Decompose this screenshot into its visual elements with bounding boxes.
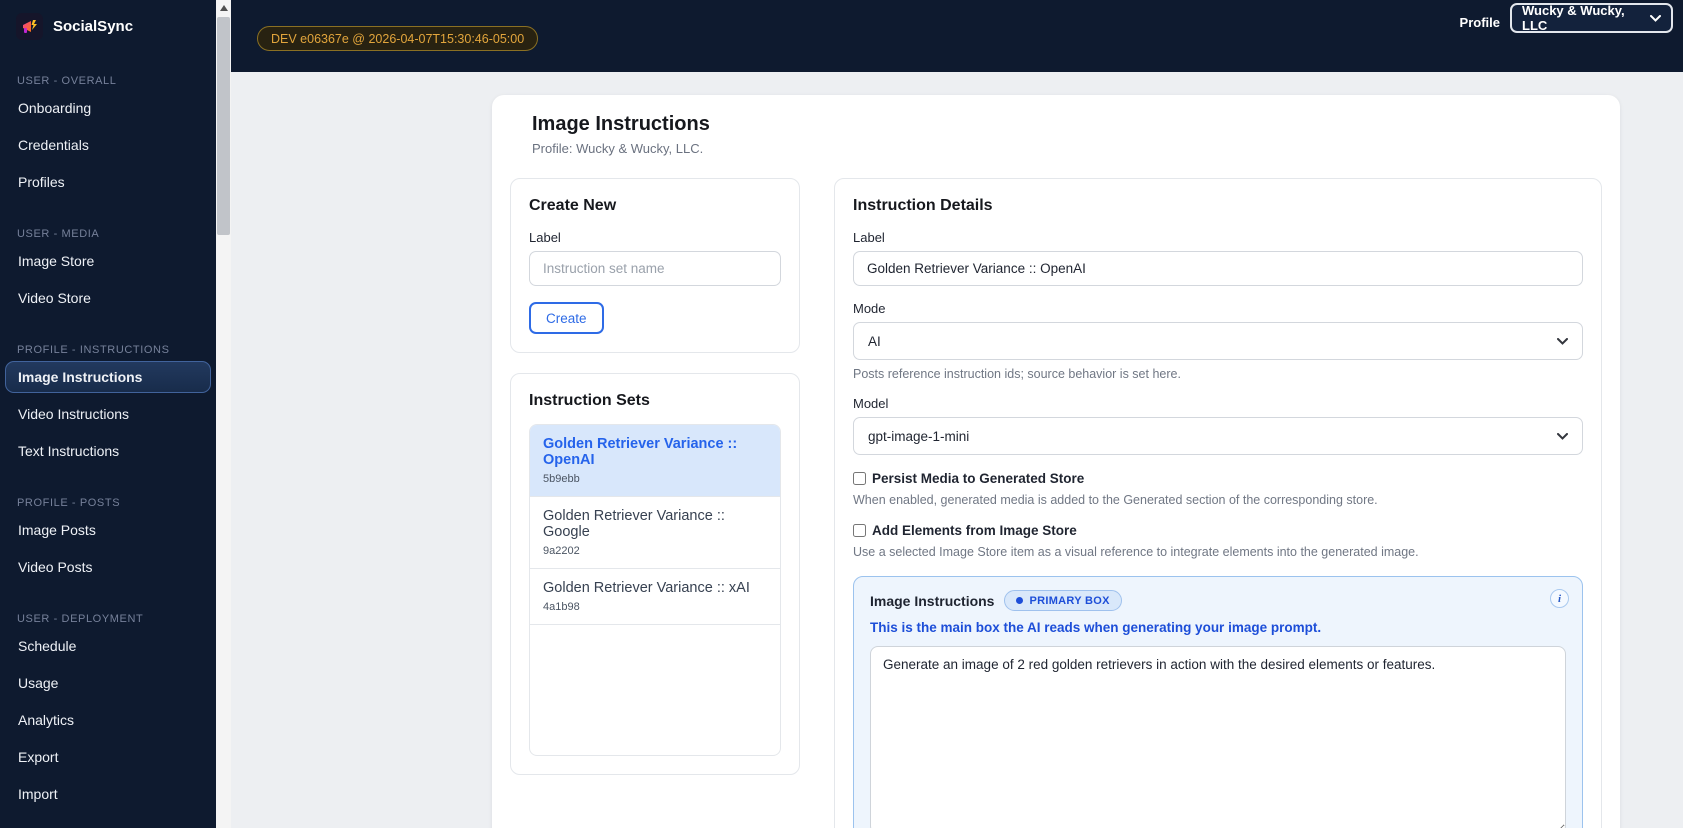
dot-icon	[1016, 597, 1024, 604]
instruction-sets-title: Instruction Sets	[529, 392, 650, 409]
set-label: Golden Retriever Variance :: OpenAI	[543, 436, 738, 468]
info-icon[interactable]: i	[1550, 589, 1569, 608]
create-label: Label	[529, 230, 561, 245]
sidebar-item-image-posts[interactable]: Image Posts	[5, 514, 211, 546]
persist-media-label: Persist Media to Generated Store	[872, 471, 1085, 486]
instruction-sets-panel: Instruction Sets Golden Retriever Varian…	[510, 373, 800, 775]
set-id: 9a2202	[543, 545, 580, 557]
top-header: DEV e06367e @ 2026-04-07T15:30:46-05:00 …	[231, 0, 1683, 72]
sidebar-item-image-instructions[interactable]: Image Instructions	[5, 361, 211, 393]
set-label: Golden Retriever Variance :: Google	[543, 508, 725, 540]
nav-section-user-media: USER - MEDIA	[17, 228, 100, 240]
profile-label: Profile	[1459, 15, 1500, 30]
socialsync-logo-icon	[16, 13, 43, 40]
scroll-up-button[interactable]	[216, 0, 231, 16]
add-elements-row: Add Elements from Image Store	[853, 523, 1583, 538]
persist-media-row: Persist Media to Generated Store	[853, 471, 1583, 486]
sidebar-item-analytics[interactable]: Analytics	[5, 704, 211, 736]
brand: SocialSync	[5, 0, 211, 53]
page-head: Image Instructions Profile: Wucky & Wuck…	[532, 113, 1602, 156]
sidebar-item-usage[interactable]: Usage	[5, 667, 211, 699]
primary-box-badge-label: PRIMARY BOX	[1029, 594, 1110, 607]
instruction-sets-list: Golden Retriever Variance :: OpenAI 5b9e…	[529, 424, 781, 756]
model-select-value: gpt-image-1-mini	[868, 428, 970, 444]
profile-dropdown[interactable]: Wucky & Wucky, LLC	[1510, 3, 1673, 33]
sidebar-item-onboarding[interactable]: Onboarding	[5, 92, 211, 124]
profile-dropdown-value: Wucky & Wucky, LLC	[1522, 3, 1625, 33]
sidebar-item-schedule[interactable]: Schedule	[5, 630, 211, 662]
details-label-field-label: Label	[853, 230, 885, 245]
primary-box-header: Image Instructions PRIMARY BOX	[870, 590, 1566, 611]
instruction-set-name-input[interactable]	[529, 251, 781, 286]
details-label-input[interactable]	[853, 251, 1583, 286]
right-column: Instruction Details Label Mode AI Posts …	[834, 178, 1602, 828]
content-area: Image Instructions Profile: Wucky & Wuck…	[231, 72, 1683, 828]
sidebar-item-credentials[interactable]: Credentials	[5, 129, 211, 161]
chevron-down-icon	[1557, 432, 1568, 440]
persist-media-checkbox[interactable]	[853, 472, 866, 485]
chevron-down-icon	[1650, 14, 1661, 22]
model-select[interactable]: gpt-image-1-mini	[853, 417, 1583, 455]
create-new-panel: Create New Label Create	[510, 178, 800, 353]
primary-box-title: Image Instructions	[870, 592, 995, 609]
vertical-scrollbar[interactable]	[216, 0, 231, 828]
left-column: Create New Label Create Instruction Sets…	[510, 178, 800, 828]
model-field-label: Model	[853, 396, 889, 411]
sidebar-item-video-instructions[interactable]: Video Instructions	[5, 398, 211, 430]
sidebar-item-import[interactable]: Import	[5, 778, 211, 810]
scrollbar-thumb[interactable]	[217, 17, 230, 235]
create-button[interactable]: Create	[529, 302, 604, 334]
sidebar-item-video-posts[interactable]: Video Posts	[5, 551, 211, 583]
add-elements-checkbox[interactable]	[853, 524, 866, 537]
add-elements-helper: Use a selected Image Store item as a vis…	[853, 545, 1419, 559]
main-area: DEV e06367e @ 2026-04-07T15:30:46-05:00 …	[231, 0, 1683, 828]
image-instructions-primary-box: Image Instructions PRIMARY BOX i This is…	[853, 576, 1583, 828]
dev-build-badge: DEV e06367e @ 2026-04-07T15:30:46-05:00	[257, 26, 539, 51]
set-id: 5b9ebb	[543, 473, 580, 485]
chevron-down-icon	[1557, 337, 1568, 345]
image-instructions-textarea[interactable]: Generate an image of 2 red golden retrie…	[870, 646, 1566, 828]
instruction-details-panel: Instruction Details Label Mode AI Posts …	[834, 178, 1602, 828]
scroll-up-arrow-icon	[219, 5, 228, 11]
sidebar: SocialSync USER - OVERALL Onboarding Cre…	[0, 0, 216, 828]
primary-box-description: This is the main box the AI reads when g…	[870, 620, 1322, 635]
mode-select[interactable]: AI	[853, 322, 1583, 360]
nav-section-profile-instructions: PROFILE - INSTRUCTIONS	[17, 344, 170, 356]
app-title: SocialSync	[53, 18, 134, 35]
sidebar-item-text-instructions[interactable]: Text Instructions	[5, 435, 211, 467]
mode-field-label: Mode	[853, 301, 886, 316]
list-item-xai[interactable]: Golden Retriever Variance :: xAI 4a1b98	[530, 569, 780, 625]
create-new-title: Create New	[529, 197, 617, 214]
profile-selector: Profile Wucky & Wucky, LLC	[1460, 3, 1673, 33]
primary-box-badge: PRIMARY BOX	[1004, 590, 1122, 611]
nav-section-user-overall: USER - OVERALL	[17, 75, 117, 87]
page-subtitle: Profile: Wucky & Wucky, LLC.	[532, 141, 704, 156]
sidebar-item-image-store[interactable]: Image Store	[5, 245, 211, 277]
app-root: SocialSync USER - OVERALL Onboarding Cre…	[0, 0, 1683, 828]
nav-section-profile-posts: PROFILE - POSTS	[17, 497, 121, 509]
sidebar-item-export[interactable]: Export	[5, 741, 211, 773]
set-id: 4a1b98	[543, 601, 580, 613]
persist-media-helper: When enabled, generated media is added t…	[853, 493, 1378, 507]
add-elements-label: Add Elements from Image Store	[872, 523, 1077, 538]
set-label: Golden Retriever Variance :: xAI	[543, 580, 750, 596]
sidebar-item-video-store[interactable]: Video Store	[5, 282, 211, 314]
page-title: Image Instructions	[532, 113, 710, 135]
sidebar-item-profiles[interactable]: Profiles	[5, 166, 211, 198]
mode-helper-text: Posts reference instruction ids; source …	[853, 367, 1181, 381]
page-card: Image Instructions Profile: Wucky & Wuck…	[492, 95, 1620, 828]
nav-section-user-deployment: USER - DEPLOYMENT	[17, 613, 144, 625]
mode-select-value: AI	[868, 333, 881, 349]
list-item-google[interactable]: Golden Retriever Variance :: Google 9a22…	[530, 497, 780, 569]
instruction-details-title: Instruction Details	[853, 197, 993, 214]
list-item-openai[interactable]: Golden Retriever Variance :: OpenAI 5b9e…	[530, 425, 780, 497]
